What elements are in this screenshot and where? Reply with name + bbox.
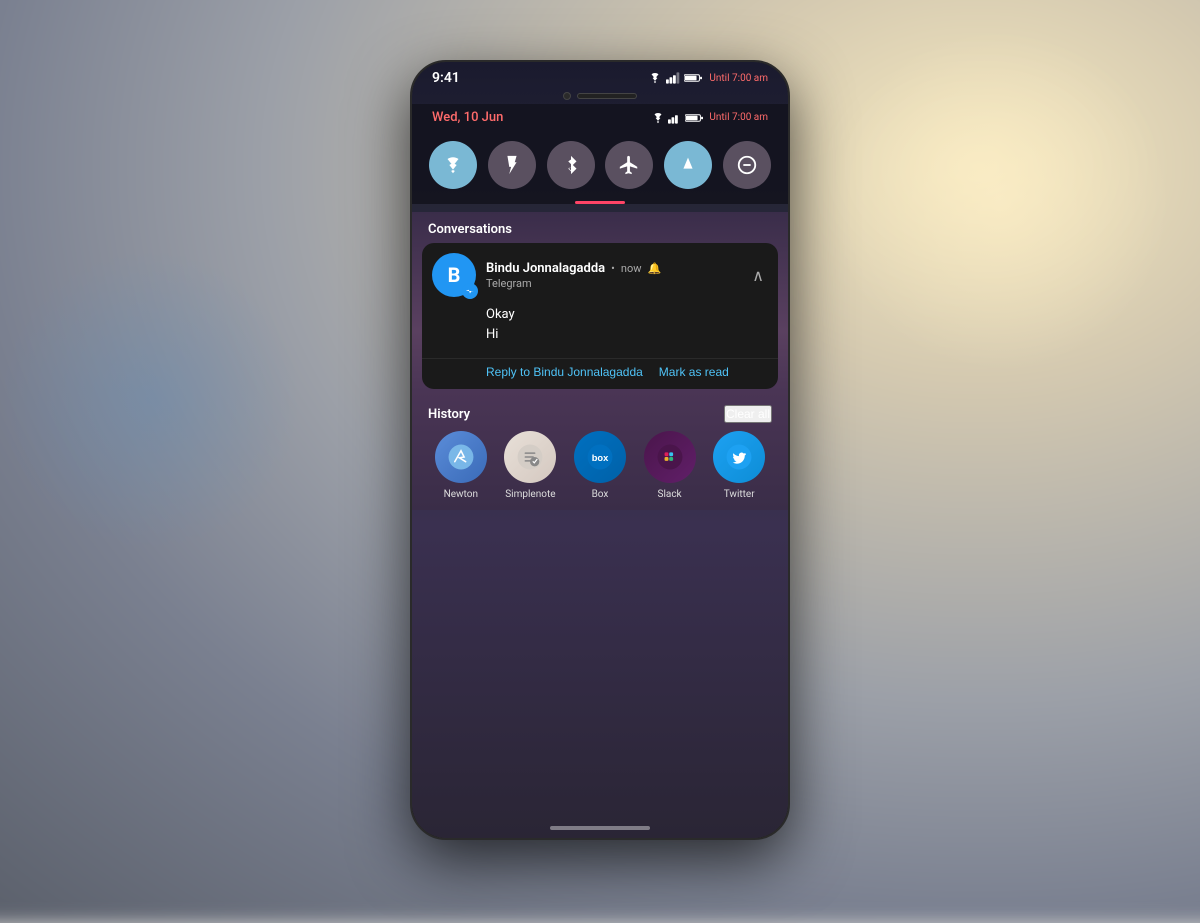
wifi-icon — [648, 72, 662, 84]
notif-header: B Bindu Jonnalagadda • now 🔔 Te — [422, 243, 778, 301]
battery-icon — [684, 72, 702, 84]
history-label: History — [428, 407, 470, 422]
wifi-icon-2 — [651, 112, 665, 124]
notif-sender-row: Bindu Jonnalagadda • now 🔔 — [486, 261, 738, 276]
app-slack[interactable]: Slack — [644, 431, 696, 500]
divider-line — [575, 201, 625, 204]
phone-device: 9:41 Until 7:00 — [410, 60, 790, 840]
date-row: Wed, 10 Jun Until 7:00 a — [412, 104, 788, 133]
qs-tile-flashlight[interactable] — [488, 141, 536, 189]
status-time: 9:41 — [432, 70, 460, 86]
notif-message-1: Okay — [486, 305, 768, 325]
wallpaper-section: Conversations B Bindu Jonnalagadda — [412, 212, 788, 510]
qs-tile-wifi[interactable] — [429, 141, 477, 189]
camera-bar — [412, 90, 788, 104]
box-icon: box — [574, 431, 626, 483]
conversations-label: Conversations — [412, 212, 788, 243]
simplenote-label: Simplenote — [505, 489, 555, 500]
newton-icon — [435, 431, 487, 483]
date-text: Wed, 10 Jun — [432, 110, 503, 125]
history-apps: Newton Simplenote — [422, 431, 778, 500]
dnd-until-text: Until 7:00 am — [709, 112, 768, 123]
qs-tile-bluetooth[interactable] — [547, 141, 595, 189]
home-bar[interactable] — [550, 826, 650, 830]
newton-label: Newton — [444, 489, 478, 500]
app-newton[interactable]: Newton — [435, 431, 487, 500]
notif-sender: Bindu Jonnalagadda — [486, 261, 605, 276]
qs-tile-airplane[interactable] — [605, 141, 653, 189]
notif-title-row: Bindu Jonnalagadda • now 🔔 Telegram — [486, 261, 738, 290]
svg-text:box: box — [592, 453, 609, 463]
notif-app: Telegram — [486, 277, 738, 290]
box-label: Box — [592, 489, 609, 500]
notif-body: Okay Hi — [422, 301, 778, 354]
camera-dot — [563, 92, 571, 100]
signal-icon — [666, 72, 680, 84]
phone-screen: 9:41 Until 7:00 — [412, 62, 788, 838]
status-bar: 9:41 Until 7:00 — [412, 62, 788, 90]
notif-actions: Reply to Bindu Jonnalagadda Mark as read — [422, 358, 778, 389]
history-header: History Clear all — [422, 405, 778, 431]
reply-button[interactable]: Reply to Bindu Jonnalagadda — [486, 365, 643, 379]
app-box[interactable]: box Box — [574, 431, 626, 500]
notification-shade: Wed, 10 Jun Until 7:00 a — [412, 104, 788, 204]
notif-message-2: Hi — [486, 325, 768, 345]
notification-card[interactable]: B Bindu Jonnalagadda • now 🔔 Te — [422, 243, 778, 389]
mark-as-read-button[interactable]: Mark as read — [659, 365, 729, 379]
battery-icon-2 — [685, 112, 703, 124]
qs-tile-dnd[interactable] — [723, 141, 771, 189]
speaker-bar — [577, 93, 637, 99]
quick-settings — [412, 133, 788, 201]
status-icons: Until 7:00 am — [648, 72, 768, 84]
simplenote-icon — [504, 431, 556, 483]
notif-time: now — [621, 262, 642, 275]
twitter-label: Twitter — [724, 489, 755, 500]
signal-icon-2 — [668, 112, 682, 124]
notif-avatar: B — [432, 253, 476, 297]
history-section: History Clear all — [412, 397, 788, 510]
slack-label: Slack — [658, 489, 682, 500]
qs-tile-data[interactable] — [664, 141, 712, 189]
top-signal-icons: Until 7:00 am — [651, 112, 768, 124]
telegram-badge — [462, 283, 478, 299]
clear-all-button[interactable]: Clear all — [724, 405, 772, 423]
until-text: Until 7:00 am — [709, 73, 768, 84]
slack-icon — [644, 431, 696, 483]
app-twitter[interactable]: Twitter — [713, 431, 765, 500]
notif-expand-chevron[interactable]: ∧ — [748, 262, 768, 289]
app-simplenote[interactable]: Simplenote — [504, 431, 556, 500]
twitter-icon — [713, 431, 765, 483]
notif-bell-icon: 🔔 — [648, 262, 662, 275]
